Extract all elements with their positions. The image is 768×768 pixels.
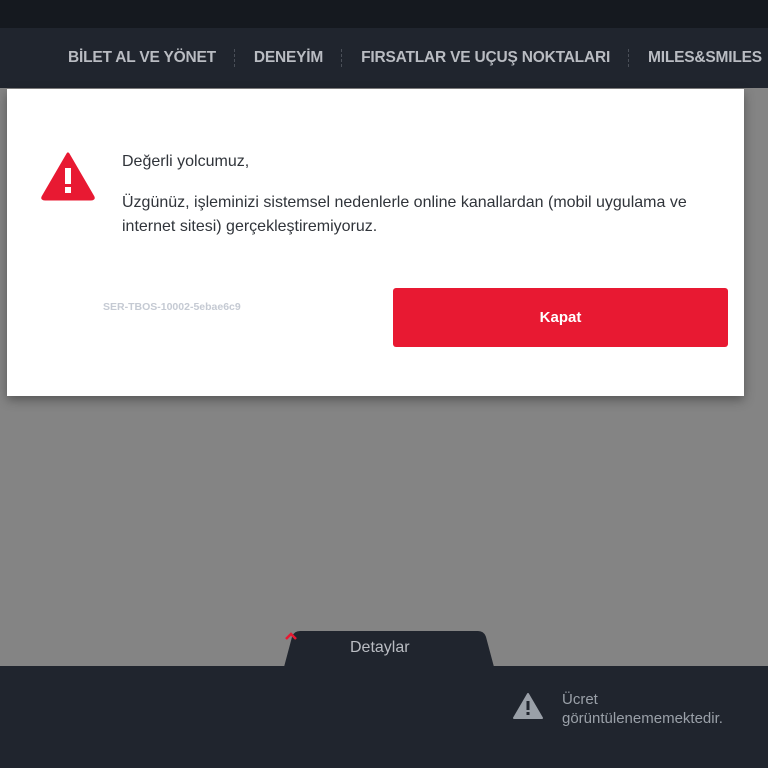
nav-divider [628, 49, 630, 67]
dialog-message: Üzgünüz, işleminizi sistemsel nedenlerle… [122, 194, 687, 235]
price-unavailable-message: Ücret görüntülenememektedir. [562, 691, 723, 727]
details-label: Detaylar [350, 639, 410, 656]
chevron-up-icon [285, 632, 297, 640]
nav-item-buy-manage[interactable]: BİLET AL VE YÖNET [68, 49, 216, 67]
close-button[interactable]: Kapat [393, 288, 728, 347]
nav-item-deals-destinations[interactable]: FIRSATLAR VE UÇUŞ NOKTALARI [361, 49, 610, 67]
details-toggle[interactable]: Detaylar [284, 631, 494, 667]
nav-divider [233, 49, 236, 67]
warning-icon [513, 693, 543, 719]
nav-item-experience[interactable]: DENEYİM [254, 49, 323, 67]
top-strip [0, 0, 768, 28]
error-code: SER-TBOS-10002-5ebae6c9 [103, 301, 241, 313]
error-dialog: Değerli yolcumuz, Üzgünüz, işleminizi si… [7, 89, 744, 396]
main-navigation: BİLET AL VE YÖNET DENEYİM FIRSATLAR VE U… [0, 28, 768, 88]
nav-item-miles-smiles[interactable]: MILES&SMILES [648, 49, 762, 67]
nav-divider [341, 49, 343, 67]
dialog-greeting: Değerli yolcumuz, [122, 153, 250, 170]
warning-triangle-icon [41, 152, 95, 201]
